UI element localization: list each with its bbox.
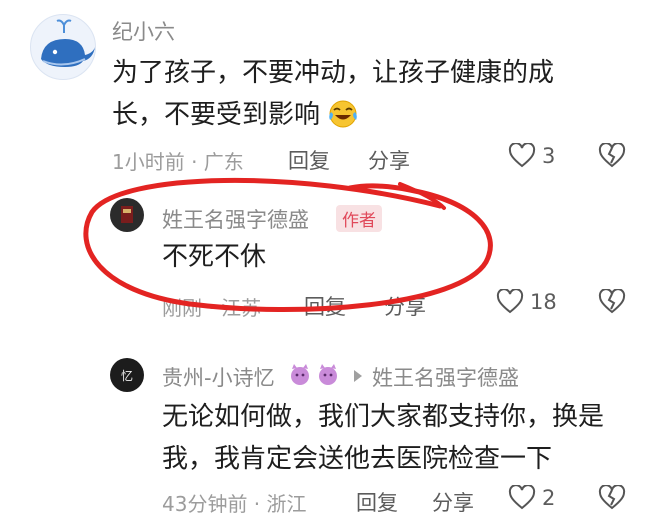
author-badge: 作者 — [336, 205, 382, 232]
reply-text-line1: 无论如何做，我们大家都支持你，换是 — [162, 402, 605, 432]
dislike-button[interactable] — [598, 142, 626, 173]
like-button[interactable]: 18 — [496, 289, 557, 315]
comment-text-line2: 长，不要受到影响 — [112, 94, 360, 136]
comment-text-line1: 为了孩子，不要冲动，让孩子健康的成 — [112, 58, 555, 88]
comment-username[interactable]: 纪小六 — [112, 16, 175, 46]
reply-time-location: 43分钟前 · 浙江 — [162, 492, 307, 516]
broken-heart-icon — [598, 288, 626, 314]
comment-time-location: 1小时前 · 广东 — [112, 150, 244, 174]
reply-button[interactable]: 回复 — [288, 145, 330, 175]
like-count: 3 — [542, 144, 556, 168]
avatar[interactable] — [30, 14, 96, 80]
broken-heart-icon — [598, 484, 626, 510]
like-count: 2 — [542, 486, 556, 510]
profile-logo-icon: 忆 — [121, 369, 133, 383]
reply-text: 不死不休 — [162, 242, 267, 272]
reply-username[interactable]: 贵州-小诗忆 — [162, 362, 275, 392]
comment-text-line2-content: 长，不要受到影响 — [112, 100, 321, 130]
broken-heart-icon — [598, 142, 626, 168]
like-button[interactable]: 3 — [508, 143, 555, 169]
svg-text:忆: 忆 — [121, 369, 133, 383]
laughing-crying-emoji-icon — [329, 100, 358, 128]
heart-icon — [508, 143, 536, 168]
whale-icon — [41, 19, 95, 67]
reply-time-location: 刚刚 · 江苏 — [162, 296, 262, 320]
share-button[interactable]: 分享 — [368, 145, 410, 175]
avatar[interactable]: 忆 — [110, 358, 144, 392]
like-button[interactable]: 2 — [508, 485, 555, 511]
dislike-button[interactable] — [598, 484, 626, 515]
reply-username[interactable]: 姓王名强字德盛 — [162, 204, 309, 234]
book-icon — [121, 206, 133, 223]
reply-arrow-icon — [354, 370, 362, 382]
heart-icon — [496, 289, 524, 314]
reply-to-username[interactable]: 姓王名强字德盛 — [372, 362, 519, 392]
reply-text-line2: 我，我肯定会送他去医院检查一下 — [162, 444, 553, 474]
dislike-button[interactable] — [598, 288, 626, 319]
share-button[interactable]: 分享 — [384, 291, 426, 321]
devil-emoji-icon — [291, 364, 337, 385]
heart-icon — [508, 485, 536, 510]
like-count: 18 — [530, 290, 557, 314]
reply-button[interactable]: 回复 — [304, 291, 346, 321]
share-button[interactable]: 分享 — [432, 487, 474, 517]
avatar[interactable] — [110, 198, 144, 232]
reply-button[interactable]: 回复 — [356, 487, 398, 517]
